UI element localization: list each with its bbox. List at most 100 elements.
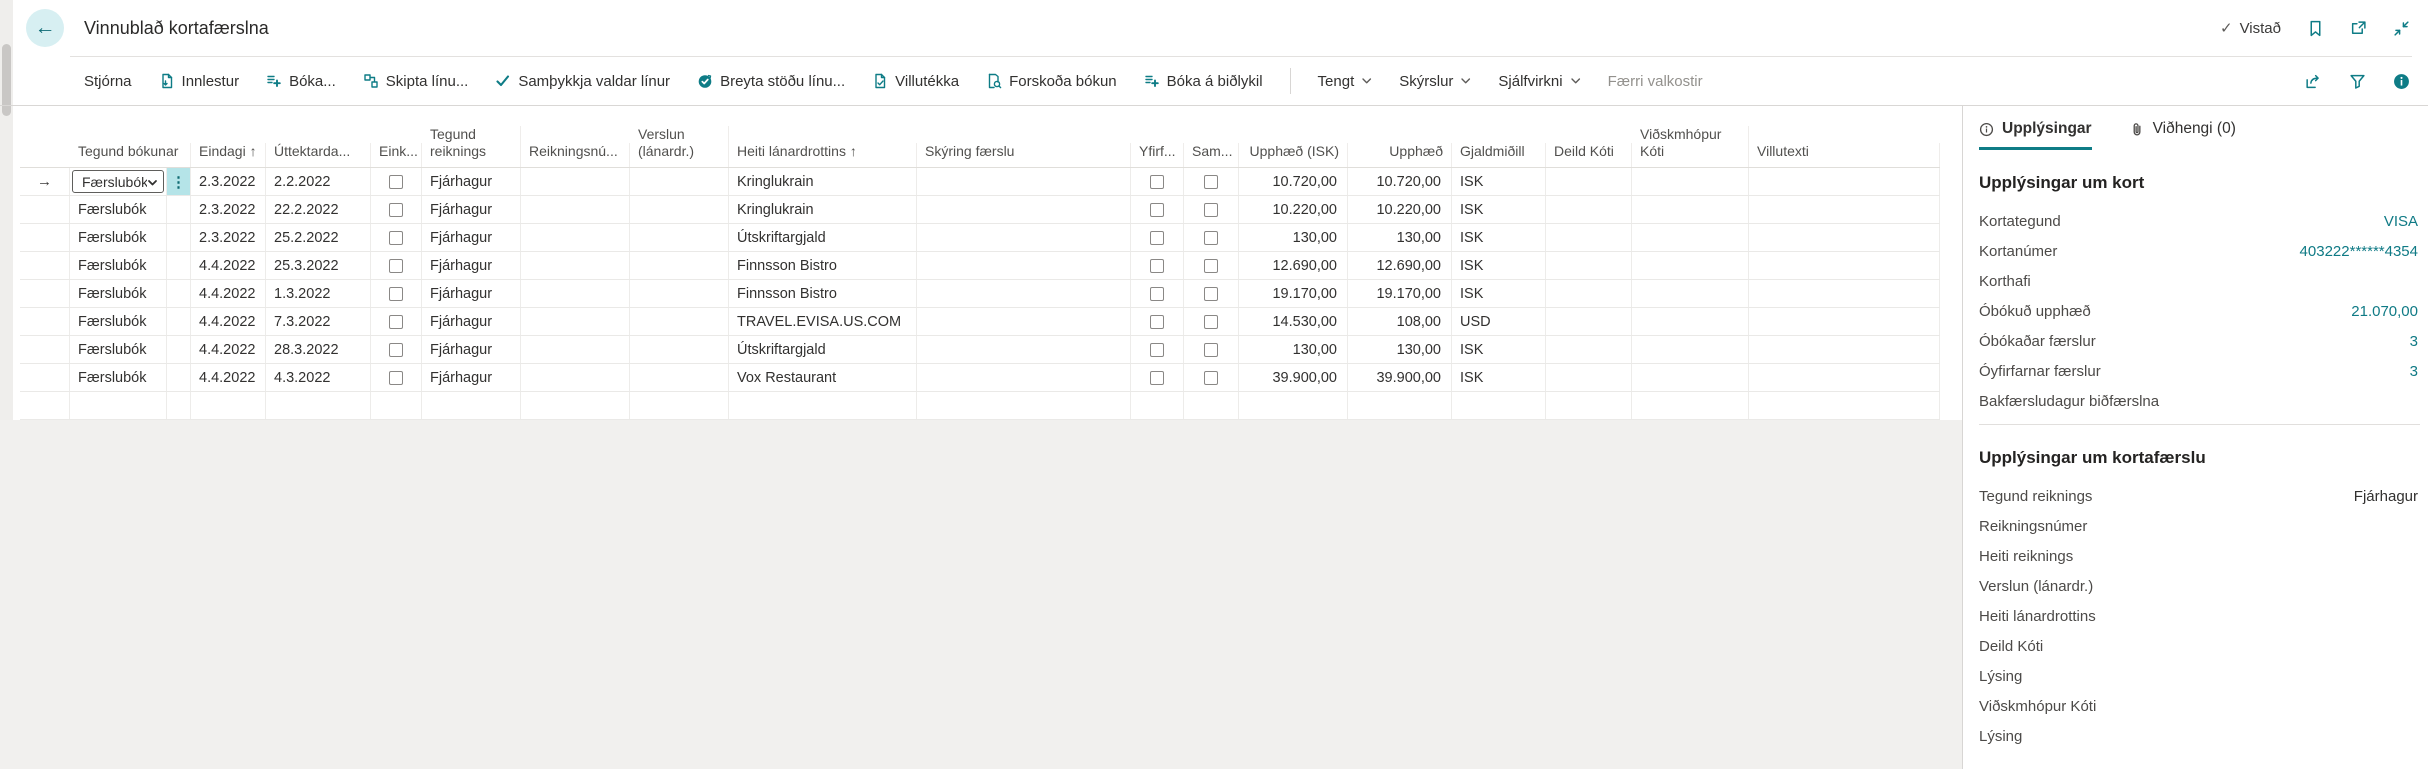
column-header-gjaldmidill[interactable]: Gjaldmiðill [1452, 143, 1546, 167]
cell-heiti_lanardrottins[interactable]: Kringlukrain [729, 168, 917, 195]
cell-upphaed_isk[interactable]: 19.170,00 [1239, 280, 1348, 307]
cell-vidskmhopur_koti[interactable] [1632, 252, 1749, 279]
yfirf-checkbox[interactable] [1150, 231, 1164, 245]
cell-deild_koti[interactable] [1546, 224, 1632, 251]
cell-upphaed[interactable]: 39.900,00 [1348, 364, 1452, 391]
cell-villutexti[interactable] [1749, 280, 1940, 307]
cell-villutexti[interactable] [1749, 224, 1940, 251]
cell-upphaed[interactable]: 130,00 [1348, 336, 1452, 363]
cell-reikningsnumer[interactable] [521, 308, 630, 335]
toolbar-menu[interactable]: Sjálfvirkni [1498, 73, 1580, 90]
column-header-tegund_bokunar[interactable]: Tegund bókunar [70, 143, 191, 167]
cell-vidskmhopur_koti[interactable] [1632, 224, 1749, 251]
cell-skyring_faerslu[interactable] [917, 364, 1131, 391]
cell-sam[interactable] [1184, 168, 1239, 195]
cell-verslun[interactable] [630, 196, 729, 223]
cell-upphaed_isk[interactable]: 10.720,00 [1239, 168, 1348, 195]
cell-vidskmhopur_koti[interactable] [1632, 280, 1749, 307]
column-header-sam[interactable]: Sam... [1184, 143, 1239, 167]
toolbar-button[interactable]: Forskoða bókun [986, 73, 1117, 90]
sam-checkbox[interactable] [1204, 259, 1218, 273]
cell-handle[interactable] [167, 280, 191, 307]
cell-deild_koti[interactable] [1546, 364, 1632, 391]
cell-gjaldmidill[interactable]: ISK [1452, 336, 1546, 363]
cell-verslun[interactable] [630, 308, 729, 335]
cell-tegund_bokunar[interactable]: Færslubók [70, 280, 167, 307]
column-header-uttektardagur[interactable]: Úttektarda... [266, 143, 371, 167]
cell-handle[interactable] [167, 392, 191, 419]
cell-upphaed_isk[interactable]: 130,00 [1239, 336, 1348, 363]
sam-checkbox[interactable] [1204, 343, 1218, 357]
cell-verslun[interactable] [630, 252, 729, 279]
cell-sam[interactable] [1184, 252, 1239, 279]
column-header-heiti_lanardrottins[interactable]: Heiti lánardrottins ↑ [729, 143, 917, 167]
cell-deild_koti[interactable] [1546, 392, 1632, 419]
toolbar-button[interactable]: Bóka... [266, 73, 336, 90]
cell-tegund_reiknings[interactable]: Fjárhagur [422, 168, 521, 195]
cell-eink[interactable] [371, 308, 422, 335]
column-header-eindagi[interactable]: Eindagi ↑ [191, 143, 266, 167]
cell-uttektardagur[interactable]: 28.3.2022 [266, 336, 371, 363]
cell-vidskmhopur_koti[interactable] [1632, 364, 1749, 391]
cell-eink[interactable] [371, 224, 422, 251]
cell-handle[interactable] [167, 308, 191, 335]
cell-skyring_faerslu[interactable] [917, 308, 1131, 335]
column-header-verslun[interactable]: Verslun (lánardr.) [630, 126, 729, 167]
cell-gjaldmidill[interactable] [1452, 392, 1546, 419]
toolbar-button[interactable]: Innlestur [159, 73, 240, 90]
cell-yfirf[interactable] [1131, 364, 1184, 391]
cell-gjaldmidill[interactable]: ISK [1452, 252, 1546, 279]
cell-skyring_faerslu[interactable] [917, 224, 1131, 251]
cell-eink[interactable] [371, 196, 422, 223]
cell-yfirf[interactable] [1131, 308, 1184, 335]
yfirf-checkbox[interactable] [1150, 287, 1164, 301]
cell-selector[interactable] [20, 252, 70, 279]
cell-deild_koti[interactable] [1546, 280, 1632, 307]
cell-upphaed[interactable]: 12.690,00 [1348, 252, 1452, 279]
info-icon[interactable] [2393, 73, 2410, 90]
cell-eink[interactable] [371, 168, 422, 195]
cell-sam[interactable] [1184, 224, 1239, 251]
cell-upphaed[interactable]: 10.220,00 [1348, 196, 1452, 223]
cell-deild_koti[interactable] [1546, 252, 1632, 279]
cell-tegund_reiknings[interactable]: Fjárhagur [422, 252, 521, 279]
cell-upphaed_isk[interactable]: 39.900,00 [1239, 364, 1348, 391]
column-header-villutexti[interactable]: Villutexti [1749, 143, 1940, 167]
cell-tegund_bokunar[interactable]: Færslubók [70, 308, 167, 335]
column-header-deild_koti[interactable]: Deild Kóti [1546, 143, 1632, 167]
cell-vidskmhopur_koti[interactable] [1632, 392, 1749, 419]
cell-heiti_lanardrottins[interactable]: Útskriftargjald [729, 224, 917, 251]
cell-gjaldmidill[interactable]: USD [1452, 308, 1546, 335]
cell-heiti_lanardrottins[interactable]: TRAVEL.EVISA.US.COM [729, 308, 917, 335]
cell-heiti_lanardrottins[interactable]: Finnsson Bistro [729, 252, 917, 279]
cell-deild_koti[interactable] [1546, 336, 1632, 363]
cell-yfirf[interactable] [1131, 224, 1184, 251]
cell-tegund_reiknings[interactable]: Fjárhagur [422, 336, 521, 363]
cell-gjaldmidill[interactable]: ISK [1452, 224, 1546, 251]
cell-tegund_reiknings[interactable] [422, 392, 521, 419]
column-header-upphaed_isk[interactable]: Upphæð (ISK) [1239, 143, 1348, 167]
eink-checkbox[interactable] [389, 315, 403, 329]
column-header-eink[interactable]: Eink... [371, 143, 422, 167]
cell-heiti_lanardrottins[interactable]: Útskriftargjald [729, 336, 917, 363]
cell-skyring_faerslu[interactable] [917, 280, 1131, 307]
cell-villutexti[interactable] [1749, 364, 1940, 391]
cell-eink[interactable] [371, 364, 422, 391]
cell-deild_koti[interactable] [1546, 168, 1632, 195]
factbox-tab[interactable]: Upplýsingar [1979, 120, 2092, 150]
cell-vidskmhopur_koti[interactable] [1632, 308, 1749, 335]
cell-selector[interactable] [20, 224, 70, 251]
eink-checkbox[interactable] [389, 287, 403, 301]
cell-deild_koti[interactable] [1546, 308, 1632, 335]
toolbar-button[interactable]: Bóka á biðlykil [1144, 73, 1263, 90]
cell-villutexti[interactable] [1749, 308, 1940, 335]
cell-sam[interactable] [1184, 336, 1239, 363]
sam-checkbox[interactable] [1204, 371, 1218, 385]
cell-heiti_lanardrottins[interactable] [729, 392, 917, 419]
sam-checkbox[interactable] [1204, 203, 1218, 217]
cell-tegund_reiknings[interactable]: Fjárhagur [422, 364, 521, 391]
yfirf-checkbox[interactable] [1150, 175, 1164, 189]
panel-field-value[interactable]: 3 [2410, 333, 2418, 350]
cell-eindagi[interactable] [191, 392, 266, 419]
cell-sam[interactable] [1184, 196, 1239, 223]
